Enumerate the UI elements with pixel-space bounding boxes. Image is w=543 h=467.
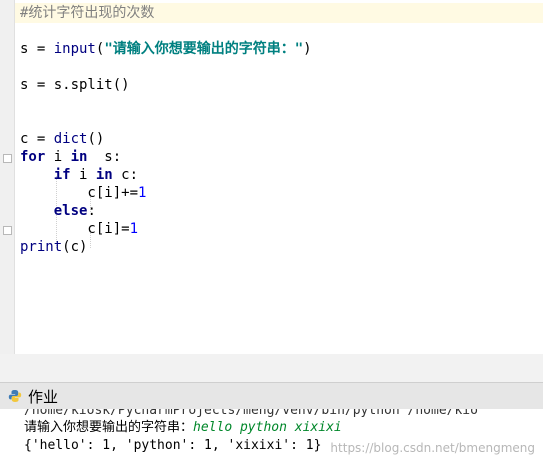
watermark: https://blog.csdn.net/bmengmeng xyxy=(330,441,535,455)
code-token: : xyxy=(87,203,96,219)
run-tool-window-header: 作业 xyxy=(0,382,543,410)
code-token: i xyxy=(70,167,96,183)
code-token: #统计字符出现的次数 xyxy=(20,5,155,21)
code-editor[interactable]: #统计字符出现的次数 s = input("请输入你想要输出的字符串：") s … xyxy=(0,0,543,354)
code-line: c[i]+=1 xyxy=(20,184,543,202)
code-token: s = s.split() xyxy=(20,77,130,93)
fold-marker-else[interactable] xyxy=(3,226,12,235)
code-token: ) xyxy=(303,41,312,57)
code-line: for i in s: xyxy=(20,148,543,166)
code-token: 1 xyxy=(138,185,147,201)
run-tab-label[interactable]: 作业 xyxy=(28,386,58,407)
code-line: c = dict() xyxy=(20,130,543,148)
code-token: 1 xyxy=(129,221,139,237)
console-prompt-line: 请输入你想要输出的字符串：hello python xixixi xyxy=(24,419,342,436)
python-icon xyxy=(8,390,22,402)
code-token: in xyxy=(95,167,113,183)
code-lines[interactable]: #统计字符出现的次数 s = input("请输入你想要输出的字符串：") s … xyxy=(20,4,543,256)
editor-gutter xyxy=(0,0,15,354)
code-token: i xyxy=(45,149,71,165)
code-line: #统计字符出现的次数 xyxy=(20,4,543,22)
code-token: input xyxy=(53,41,96,57)
code-line: else: xyxy=(20,202,543,220)
code-token: s = xyxy=(20,41,54,57)
code-token: in xyxy=(70,149,88,165)
code-token: c = xyxy=(20,131,54,147)
code-line: s = s.split() xyxy=(20,76,543,94)
code-token: else xyxy=(53,203,88,219)
console-command-line: /home/kiosk/PycharmProjects/meng/venv/bi… xyxy=(24,409,478,418)
code-line: c[i]=1 xyxy=(20,220,543,238)
code-token: (c) xyxy=(62,239,88,255)
console-output: {'hello': 1, 'python': 1, 'xixixi': 1} xyxy=(24,438,322,453)
code-line: s = input("请输入你想要输出的字符串：") xyxy=(20,40,543,58)
code-line: print(c) xyxy=(20,238,543,256)
code-token: dict xyxy=(53,131,88,147)
code-token: c[i]= xyxy=(20,221,130,237)
code-token: () xyxy=(87,131,105,147)
fold-marker-for[interactable] xyxy=(3,154,12,163)
code-token: s: xyxy=(87,149,122,165)
code-token: print xyxy=(20,239,63,255)
code-token: if xyxy=(53,167,71,183)
editor-bottom-area xyxy=(0,354,543,382)
code-token: "请输入你想要输出的字符串：" xyxy=(104,41,304,57)
code-token: for xyxy=(20,149,46,165)
run-console[interactable]: /home/kiosk/PycharmProjects/meng/venv/bi… xyxy=(0,409,543,467)
console-user-input: hello python xixixi xyxy=(193,420,342,435)
code-token: c[i]+= xyxy=(20,185,139,201)
code-token: c: xyxy=(112,167,139,183)
console-prompt: 请输入你想要输出的字符串： xyxy=(24,420,194,435)
code-line: if i in c: xyxy=(20,166,543,184)
